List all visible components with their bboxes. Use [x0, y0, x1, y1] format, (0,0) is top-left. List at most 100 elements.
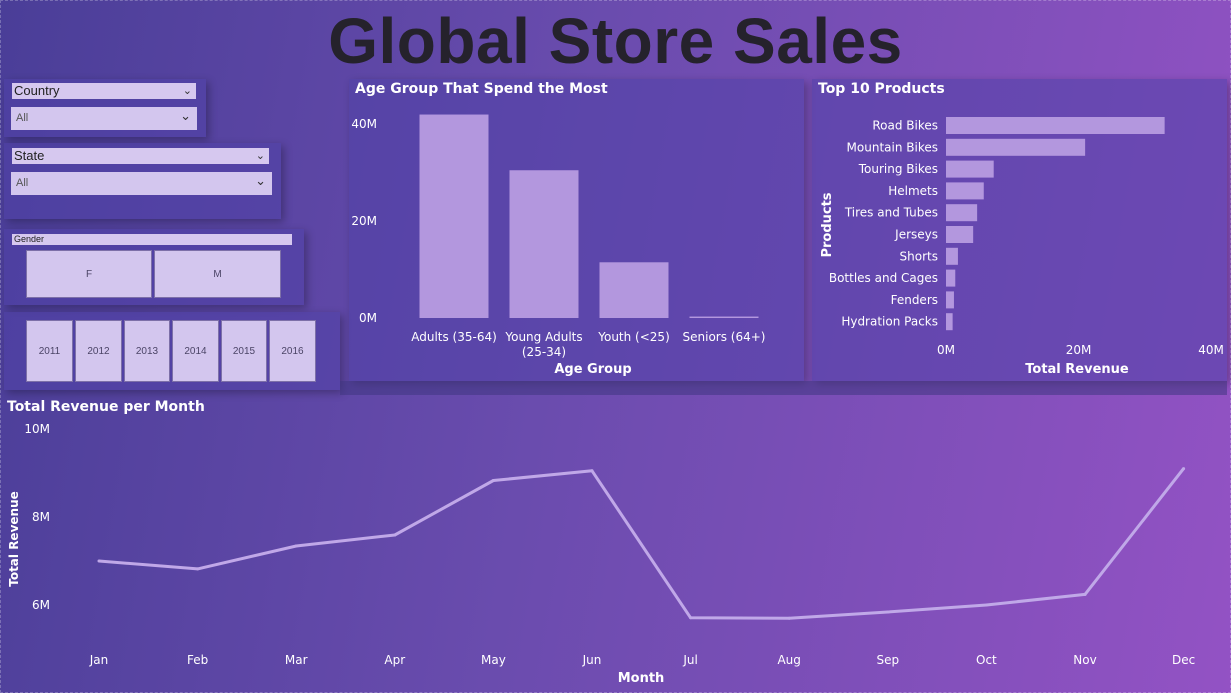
x-tick-label: Sep	[876, 653, 899, 667]
revenue-per-month-line-chart: 6M 8M 10M Jan Feb Mar Apr May Jun Jul Aug Sep Oct Nov…	[7, 422, 1195, 686]
x-tick-label: (25-34)	[522, 345, 566, 359]
y-tick-label: Hydration Packs	[841, 315, 938, 329]
data-point-may	[491, 478, 495, 482]
gender-option-label: M	[213, 269, 222, 280]
bar-young-adults-25-34-	[509, 170, 579, 318]
x-tick-label: Nov	[1073, 653, 1096, 667]
year-option-2015[interactable]: 2015	[221, 320, 267, 382]
y-tick-label: Shorts	[900, 249, 938, 263]
y-tick-label: 10M	[24, 422, 50, 436]
country-slicer-header[interactable]: Country ⌄	[12, 83, 196, 99]
x-tick-label: 0M	[937, 343, 955, 357]
y-axis-title: Total Revenue	[7, 491, 21, 587]
data-point-mar	[294, 544, 298, 548]
bar-touring-bikes	[946, 160, 994, 178]
bar-shorts	[946, 247, 958, 265]
x-axis-title: Age Group	[554, 362, 631, 377]
chevron-down-icon: ⌄	[255, 150, 265, 162]
y-tick-label: Touring Bikes	[858, 162, 938, 176]
year-option-label: 2016	[281, 346, 304, 357]
section-divider	[340, 381, 1227, 395]
y-tick-label: Road Bikes	[872, 119, 938, 133]
top-products-chart-title: Top 10 Products	[818, 81, 945, 97]
bar-youth-25-	[599, 262, 669, 318]
y-tick-label: Bottles and Cages	[829, 271, 938, 285]
bar-adults-35-64-	[419, 114, 489, 319]
bar-mountain-bikes	[946, 138, 1086, 156]
y-tick-label: Tires and Tubes	[844, 206, 938, 220]
x-axis-title: Total Revenue	[1025, 362, 1129, 377]
top-products-bar-chart: Road Bikes Mountain Bikes Touring Bikes Hel…	[820, 117, 1224, 377]
revenue-per-month-chart-title: Total Revenue per Month	[7, 399, 205, 415]
y-tick-label: 0M	[359, 311, 377, 325]
country-dropdown-value: All	[16, 112, 29, 124]
bar-tires-and-tubes	[946, 204, 978, 222]
bar-helmets	[946, 182, 984, 200]
gender-slicer-header: Gender	[12, 234, 292, 245]
gender-option-label: F	[85, 269, 93, 280]
year-option-2012[interactable]: 2012	[75, 320, 122, 382]
state-slicer-label: State	[14, 148, 45, 163]
gender-option-m[interactable]: M	[154, 250, 281, 298]
x-tick-label: Young Adults	[504, 330, 582, 344]
data-point-jun	[590, 469, 594, 473]
bar-jerseys	[946, 226, 974, 243]
x-tick-label: Jan	[89, 653, 109, 667]
year-option-label: 2014	[184, 346, 207, 357]
age-group-chart-title: Age Group That Spend the Most	[355, 81, 608, 97]
year-option-label: 2011	[38, 346, 61, 357]
year-option-2016[interactable]: 2016	[269, 320, 316, 382]
state-dropdown[interactable]: All ⌄	[11, 172, 272, 195]
data-point-feb	[196, 567, 200, 571]
year-option-label: 2015	[232, 346, 256, 357]
x-tick-label: May	[481, 653, 506, 667]
state-slicer-header[interactable]: State ⌄	[12, 148, 269, 164]
chevron-down-icon: ⌄	[180, 108, 191, 123]
y-tick-label: 40M	[351, 117, 377, 131]
x-tick-label: 40M	[1198, 343, 1224, 357]
x-tick-label: Jun	[582, 653, 602, 667]
x-tick-label: Feb	[187, 653, 208, 667]
page-title: Global Store Sales	[328, 5, 903, 77]
country-slicer-label: Country	[14, 83, 60, 98]
x-tick-label: Adults (35-64)	[411, 330, 497, 344]
data-point-nov	[1083, 592, 1087, 596]
bar-road-bikes	[946, 117, 1165, 134]
chevron-down-icon: ⌄	[182, 85, 192, 97]
state-dropdown-value: All	[16, 177, 29, 189]
age-group-bar-chart: 0M 20M 40M Adults (35-64) Young Adults(25-34…	[351, 114, 766, 377]
bar-fenders	[946, 291, 954, 309]
x-tick-label: 20M	[1066, 343, 1092, 357]
gender-slicer-label: Gender	[14, 234, 45, 244]
year-option-2013[interactable]: 2013	[124, 320, 170, 382]
year-option-label: 2012	[87, 346, 110, 357]
year-option-2011[interactable]: 2011	[26, 320, 73, 382]
data-point-oct	[984, 603, 988, 607]
bar-bottles-and-cages	[946, 269, 956, 287]
data-point-sep	[886, 610, 890, 614]
x-tick-label: Apr	[384, 653, 405, 667]
year-option-2014[interactable]: 2014	[172, 320, 219, 382]
x-tick-label: Aug	[777, 653, 800, 667]
y-axis-title: Products	[820, 192, 835, 257]
x-tick-label: Oct	[976, 653, 997, 667]
x-tick-label: Seniors (64+)	[683, 330, 766, 344]
y-tick-label: Fenders	[891, 293, 938, 307]
y-tick-label: Helmets	[888, 184, 938, 198]
country-dropdown[interactable]: All ⌄	[11, 107, 197, 130]
bar-hydration-packs	[946, 313, 953, 331]
x-tick-label: Dec	[1172, 653, 1195, 667]
y-tick-label: 6M	[32, 598, 50, 612]
gender-option-f[interactable]: F	[26, 250, 152, 298]
x-tick-label: Mar	[285, 653, 308, 667]
x-tick-label: Jul	[682, 653, 697, 667]
data-point-jan	[97, 559, 101, 563]
y-tick-label: 20M	[351, 214, 377, 228]
revenue-line	[98, 467, 1185, 620]
year-option-label: 2013	[135, 346, 159, 357]
x-tick-label: Youth (<25)	[597, 330, 670, 344]
x-axis-title: Month	[618, 671, 665, 686]
data-point-jul	[689, 616, 693, 620]
chevron-down-icon: ⌄	[255, 173, 266, 188]
y-tick-label: 8M	[32, 510, 50, 524]
